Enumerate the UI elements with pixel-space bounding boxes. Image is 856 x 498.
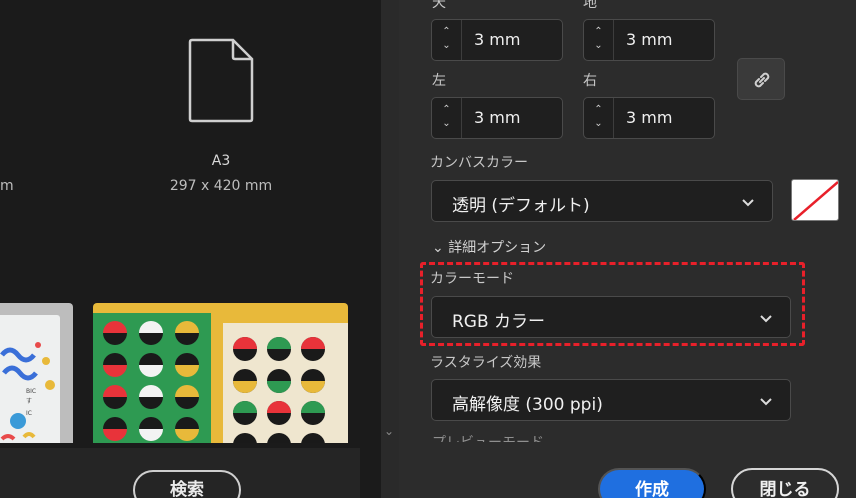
search-button[interactable]: 検索 bbox=[133, 470, 241, 498]
chevron-down-icon bbox=[760, 398, 772, 406]
template-panel-cream bbox=[223, 323, 348, 443]
margin-top-label: 天 bbox=[432, 0, 446, 11]
stepper-arrows-icon[interactable]: ⌃ ⌄ bbox=[432, 98, 462, 138]
stepper-arrows-icon[interactable]: ⌃ ⌄ bbox=[584, 20, 614, 60]
preset-size: 297 x 420 mm bbox=[169, 178, 273, 194]
rasterize-dropdown[interactable]: 高解像度 (300 ppi) bbox=[431, 379, 791, 421]
template-card: BIC す IC bbox=[0, 315, 60, 443]
margin-right-stepper[interactable]: ⌃ ⌄ 3 mm bbox=[583, 97, 715, 139]
chevron-down-icon: ⌄ bbox=[432, 240, 444, 256]
stepper-arrows-icon[interactable]: ⌃ ⌄ bbox=[432, 20, 462, 60]
svg-text:す: す bbox=[26, 398, 32, 405]
template-panel-green bbox=[93, 313, 211, 443]
color-mode-dropdown[interactable]: RGB カラー bbox=[431, 296, 791, 338]
canvas-color-label: カンバスカラー bbox=[430, 155, 528, 171]
template-art: BIC す IC bbox=[0, 342, 55, 441]
preview-mode-label: プレビューモード bbox=[432, 432, 544, 442]
margin-left-label: 左 bbox=[432, 73, 446, 89]
color-mode-value: RGB カラー bbox=[452, 312, 546, 332]
template-art bbox=[233, 337, 325, 443]
margin-top-value[interactable]: 3 mm bbox=[474, 30, 520, 49]
preset-size-previous: m bbox=[0, 178, 14, 194]
template-art bbox=[103, 321, 199, 441]
create-button[interactable]: 作成 bbox=[598, 468, 706, 498]
chevron-down-icon bbox=[760, 315, 772, 323]
margin-bottom-label: 地 bbox=[583, 0, 597, 11]
close-button[interactable]: 閉じる bbox=[731, 468, 839, 498]
link-icon bbox=[754, 72, 770, 88]
color-mode-label: カラーモード bbox=[430, 271, 514, 287]
stepper-arrows-icon[interactable]: ⌃ ⌄ bbox=[584, 98, 614, 138]
canvas-color-dropdown[interactable]: 透明 (デフォルト) bbox=[431, 180, 773, 222]
svg-text:IC: IC bbox=[26, 410, 32, 417]
canvas-color-value: 透明 (デフォルト) bbox=[452, 196, 590, 216]
svg-text:BIC: BIC bbox=[26, 388, 36, 395]
chevron-down-icon bbox=[742, 199, 754, 207]
template-thumbnail[interactable] bbox=[93, 303, 348, 443]
advanced-options-label: 詳細オプション bbox=[448, 240, 547, 256]
rasterize-value: 高解像度 (300 ppi) bbox=[452, 395, 603, 415]
margin-bottom-value[interactable]: 3 mm bbox=[626, 30, 672, 49]
margin-right-value[interactable]: 3 mm bbox=[626, 108, 672, 127]
no-color-icon bbox=[793, 181, 838, 220]
rasterize-label: ラスタライズ効果 bbox=[430, 355, 542, 371]
advanced-options-toggle[interactable]: ⌄ 詳細オプション bbox=[432, 237, 546, 257]
canvas-color-swatch[interactable] bbox=[791, 179, 839, 221]
document-icon bbox=[188, 38, 254, 123]
link-margins-button[interactable] bbox=[737, 58, 785, 100]
margin-left-value[interactable]: 3 mm bbox=[474, 108, 520, 127]
scroll-down-icon[interactable]: ⌄ bbox=[384, 424, 394, 438]
margin-top-stepper[interactable]: ⌃ ⌄ 3 mm bbox=[431, 19, 563, 61]
preset-browser: A3 297 x 420 mm m BIC す IC bbox=[0, 0, 381, 498]
preset-name[interactable]: A3 bbox=[150, 153, 292, 169]
margin-bottom-stepper[interactable]: ⌃ ⌄ 3 mm bbox=[583, 19, 715, 61]
margin-left-stepper[interactable]: ⌃ ⌄ 3 mm bbox=[431, 97, 563, 139]
template-thumbnail[interactable]: BIC す IC bbox=[0, 303, 73, 443]
margin-right-label: 右 bbox=[583, 73, 597, 89]
